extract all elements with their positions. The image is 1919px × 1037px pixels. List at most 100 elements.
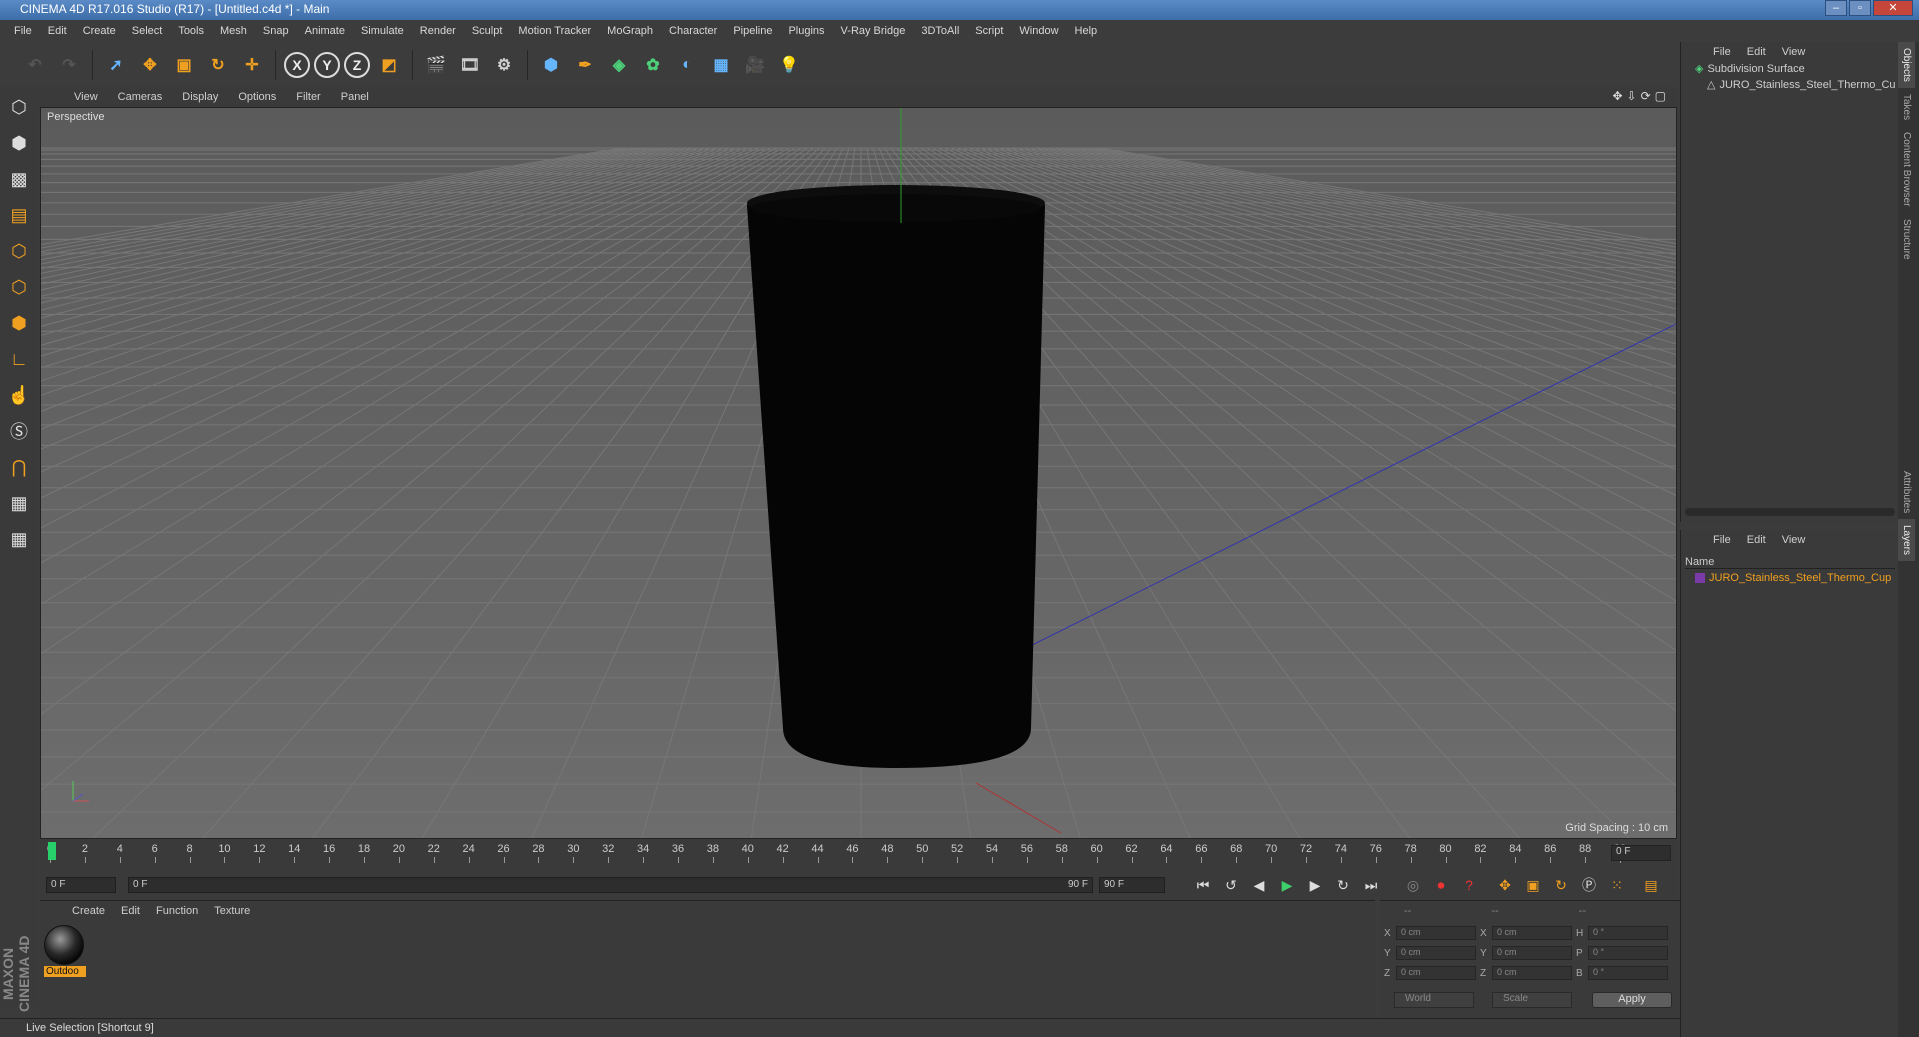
y-axis-icon[interactable]: Y [314,51,340,78]
key-scale-icon[interactable]: ▣ [1521,873,1545,897]
points-mode-icon[interactable]: ⬡ [3,235,35,267]
camera-icon[interactable]: 🎥 [740,50,770,80]
transform-mode-dropdown[interactable]: Scale [1492,992,1572,1008]
menu-motion-tracker[interactable]: Motion Tracker [510,25,599,37]
menu-script[interactable]: Script [967,25,1011,37]
menu-simulate[interactable]: Simulate [353,25,412,37]
snap-settings-icon[interactable]: ▦ [3,523,35,555]
key-rotation-icon[interactable]: ↻ [1549,873,1573,897]
tweak-icon[interactable]: ☝ [3,379,35,411]
go-to-start-icon[interactable]: ⏮ [1191,873,1215,897]
objects-menu-edit[interactable]: Edit [1739,46,1774,62]
apply-button[interactable]: Apply [1592,992,1672,1008]
layers-menu-edit[interactable]: Edit [1739,534,1774,550]
pen-icon[interactable]: ✒ [570,50,600,80]
make-editable-icon[interactable]: ⬡ [3,91,35,123]
position-y-field[interactable]: 0 cm [1396,946,1476,960]
viewport-perspective[interactable]: Perspective Grid Spacing : 10 cm [40,107,1677,839]
object-item-subdivision-surface[interactable]: ◈ Subdivision Surface [1695,62,1805,76]
position-z-field[interactable]: 0 cm [1396,966,1476,980]
end-frame-field[interactable]: 90 F [1099,877,1165,893]
move-icon[interactable]: ✥ [135,50,165,80]
key-position-icon[interactable]: ✥ [1493,873,1517,897]
snap-grid-icon[interactable]: ▦ [3,487,35,519]
viewport-menu-filter[interactable]: Filter [286,91,330,103]
redo-icon[interactable]: ↷ [54,50,84,80]
playhead[interactable] [48,842,56,860]
material-menu-create[interactable]: Create [64,905,113,917]
menu-animate[interactable]: Animate [297,25,353,37]
cube-icon[interactable]: ⬢ [536,50,566,80]
tab-takes[interactable]: Takes [1898,88,1915,126]
objects-menu-file[interactable]: File [1705,46,1739,62]
key-pla-icon[interactable]: ⁙ [1605,873,1629,897]
tab-layers[interactable]: Layers [1898,519,1915,562]
layers-menu-view[interactable]: View [1774,534,1814,550]
key-parameter-icon[interactable]: Ⓟ [1577,873,1601,897]
tab-content-browser[interactable]: Content Browser [1898,126,1915,212]
viewport-menu-cameras[interactable]: Cameras [108,91,173,103]
objects-menu-view[interactable]: View [1774,46,1814,62]
subdivision-icon[interactable]: ◈ [604,50,634,80]
object-manager-scrollbar[interactable] [1685,508,1895,516]
start-frame-field[interactable]: 0 F [46,877,116,893]
menu-render[interactable]: Render [412,25,464,37]
menu-3dtoall[interactable]: 3DToAll [913,25,967,37]
rotation-p-field[interactable]: 0 ° [1588,946,1668,960]
solo-icon[interactable]: Ⓢ [3,415,35,447]
frame-range-slider[interactable]: 0 F 90 F [128,877,1093,893]
viewport-menu-view[interactable]: View [64,91,108,103]
menu-window[interactable]: Window [1011,25,1066,37]
axis-icon[interactable]: ∟ [3,343,35,375]
next-frame-icon[interactable]: ▶ [1303,873,1327,897]
scale-icon[interactable]: ▣ [169,50,199,80]
live-selection-icon[interactable]: ➚ [101,50,131,80]
tab-objects[interactable]: Objects [1898,42,1915,88]
object-item-thermo-cup[interactable]: △ JURO_Stainless_Steel_Thermo_Cu [1707,78,1896,92]
timeline-window-icon[interactable]: ▤ [1639,873,1663,897]
array-icon[interactable]: ✿ [638,50,668,80]
texture-mode-icon[interactable]: ▩ [3,163,35,195]
magnet-icon[interactable]: ⋂ [3,451,35,483]
light-icon[interactable]: 💡 [774,50,804,80]
menu-pipeline[interactable]: Pipeline [725,25,780,37]
maximize-button[interactable]: ▫ [1849,0,1871,16]
size-x-field[interactable]: 0 cm [1492,926,1572,940]
menu-select[interactable]: Select [124,25,171,37]
record-keys-icon[interactable]: ◎ [1401,873,1425,897]
viewport-menu-options[interactable]: Options [228,91,286,103]
z-axis-icon[interactable]: Z [344,51,370,78]
floor-icon[interactable]: ▦ [706,50,736,80]
layer-item-thermo-cup[interactable]: JURO_Stainless_Steel_Thermo_Cup [1695,572,1891,584]
menu-file[interactable]: File [6,25,40,37]
layers-menu-file[interactable]: File [1705,534,1739,550]
transform-icon[interactable]: ✛ [237,50,267,80]
current-frame-field[interactable]: 0 F [1611,845,1671,861]
tab-attributes[interactable]: Attributes [1898,465,1915,519]
rotation-b-field[interactable]: 0 ° [1588,966,1668,980]
undo-icon[interactable]: ↶ [20,50,50,80]
coordinate-mode-dropdown[interactable]: World [1394,992,1474,1008]
menu-edit[interactable]: Edit [40,25,75,37]
rotation-h-field[interactable]: 0 ° [1588,926,1668,940]
x-axis-icon[interactable]: X [284,51,310,78]
previous-key-icon[interactable]: ↺ [1219,873,1243,897]
size-y-field[interactable]: 0 cm [1492,946,1572,960]
viewport-menu-panel[interactable]: Panel [331,91,379,103]
close-button[interactable]: ✕ [1873,0,1913,16]
menu-snap[interactable]: Snap [255,25,297,37]
tab-structure[interactable]: Structure [1898,213,1915,266]
coordinate-system-icon[interactable]: ◩ [374,50,404,80]
autokey-icon[interactable]: ⏺ [1429,873,1453,897]
material-item[interactable]: Outdoo [44,925,86,979]
timeline-ruler[interactable]: 0246810121416182022242628303234363840424… [47,840,1626,863]
menu-mesh[interactable]: Mesh [212,25,255,37]
play-icon[interactable]: ▶ [1275,873,1299,897]
menu-plugins[interactable]: Plugins [780,25,832,37]
material-menu-texture[interactable]: Texture [206,905,258,917]
workplane-icon[interactable]: ▤ [3,199,35,231]
previous-frame-icon[interactable]: ◀ [1247,873,1271,897]
next-key-icon[interactable]: ↻ [1331,873,1355,897]
menu-create[interactable]: Create [75,25,124,37]
keyframe-selection-icon[interactable]: ? [1457,873,1481,897]
